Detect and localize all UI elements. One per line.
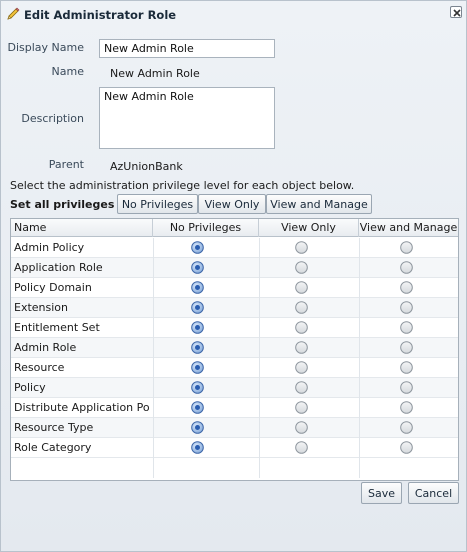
- cancel-button[interactable]: Cancel: [408, 482, 459, 504]
- radio-unselected[interactable]: [400, 401, 413, 414]
- row-name: Application Role: [14, 261, 103, 274]
- column-divider: [153, 238, 154, 478]
- column-header-no-privileges[interactable]: No Privileges: [153, 219, 259, 237]
- radio-unselected[interactable]: [295, 341, 308, 354]
- column-header-view-and-manage[interactable]: View and Manage: [359, 219, 458, 237]
- row-name: Admin Policy: [14, 241, 85, 254]
- name-value: New Admin Role: [110, 67, 200, 80]
- display-name-label: Display Name: [7, 41, 85, 54]
- radio-selected[interactable]: [191, 421, 204, 434]
- column-divider: [359, 238, 360, 478]
- save-button[interactable]: Save: [361, 482, 402, 504]
- table-row: Resource: [11, 358, 458, 378]
- set-all-no-privileges-button[interactable]: No Privileges: [117, 194, 198, 214]
- radio-unselected[interactable]: [295, 321, 308, 334]
- radio-selected[interactable]: [191, 301, 204, 314]
- radio-selected[interactable]: [191, 361, 204, 374]
- row-name: Entitlement Set: [14, 321, 100, 334]
- radio-selected[interactable]: [191, 281, 204, 294]
- radio-unselected[interactable]: [295, 261, 308, 274]
- close-icon[interactable]: [450, 6, 462, 18]
- table-row: Extension: [11, 298, 458, 318]
- description-label: Description: [21, 112, 84, 125]
- radio-unselected[interactable]: [400, 381, 413, 394]
- parent-value: AzUnionBank: [110, 160, 183, 173]
- radio-selected[interactable]: [191, 401, 204, 414]
- radio-unselected[interactable]: [400, 281, 413, 294]
- radio-unselected[interactable]: [400, 441, 413, 454]
- radio-unselected[interactable]: [400, 261, 413, 274]
- set-all-view-only-button[interactable]: View Only: [198, 194, 266, 214]
- radio-selected[interactable]: [191, 341, 204, 354]
- radio-unselected[interactable]: [295, 441, 308, 454]
- radio-unselected[interactable]: [400, 241, 413, 254]
- dialog-titlebar: Edit Administrator Role: [1, 1, 466, 29]
- column-header-name[interactable]: Name: [11, 219, 153, 237]
- name-label: Name: [51, 65, 84, 78]
- table-row: Entitlement Set: [11, 318, 458, 338]
- row-name: Extension: [14, 301, 69, 314]
- column-divider: [259, 238, 260, 478]
- radio-unselected[interactable]: [295, 301, 308, 314]
- radio-selected[interactable]: [191, 441, 204, 454]
- edit-administrator-role-dialog: Edit Administrator Role Display Name Nam…: [0, 0, 467, 552]
- radio-unselected[interactable]: [295, 281, 308, 294]
- dialog-title: Edit Administrator Role: [24, 8, 177, 22]
- radio-unselected[interactable]: [295, 381, 308, 394]
- row-name: Policy Domain: [14, 281, 92, 294]
- privileges-table: Name No Privileges View Only View and Ma…: [10, 218, 459, 481]
- radio-selected[interactable]: [191, 261, 204, 274]
- table-row: Admin Role: [11, 338, 458, 358]
- table-row: Distribute Application Policy: [11, 398, 458, 418]
- table-row: Policy Domain: [11, 278, 458, 298]
- table-row: Application Role: [11, 258, 458, 278]
- description-field[interactable]: New Admin Role: [99, 87, 275, 149]
- set-all-view-and-manage-button[interactable]: View and Manage: [266, 194, 372, 214]
- radio-selected[interactable]: [191, 381, 204, 394]
- row-name: Policy: [14, 381, 46, 394]
- radio-unselected[interactable]: [295, 401, 308, 414]
- display-name-field[interactable]: [99, 39, 275, 58]
- set-all-privileges-label: Set all privileges to: [10, 198, 132, 211]
- radio-unselected[interactable]: [400, 301, 413, 314]
- table-row: Admin Policy: [11, 238, 458, 258]
- column-header-view-only[interactable]: View Only: [259, 219, 359, 237]
- radio-unselected[interactable]: [400, 361, 413, 374]
- radio-unselected[interactable]: [295, 361, 308, 374]
- radio-unselected[interactable]: [295, 241, 308, 254]
- row-name: Resource Type: [14, 421, 94, 434]
- radio-unselected[interactable]: [400, 421, 413, 434]
- pencil-icon: [5, 6, 21, 22]
- radio-selected[interactable]: [191, 321, 204, 334]
- table-row: Role Category: [11, 438, 458, 458]
- row-name: Resource: [14, 361, 65, 374]
- row-name: Admin Role: [14, 341, 77, 354]
- radio-selected[interactable]: [191, 241, 204, 254]
- table-row: Policy: [11, 378, 458, 398]
- radio-unselected[interactable]: [400, 341, 413, 354]
- row-name: Role Category: [14, 441, 92, 454]
- row-name: Distribute Application Policy: [14, 401, 150, 414]
- radio-unselected[interactable]: [295, 421, 308, 434]
- table-header: Name No Privileges View Only View and Ma…: [11, 219, 458, 237]
- radio-unselected[interactable]: [400, 321, 413, 334]
- parent-label: Parent: [48, 158, 84, 171]
- table-row: Resource Type: [11, 418, 458, 438]
- privilege-instruction: Select the administration privilege leve…: [10, 179, 355, 192]
